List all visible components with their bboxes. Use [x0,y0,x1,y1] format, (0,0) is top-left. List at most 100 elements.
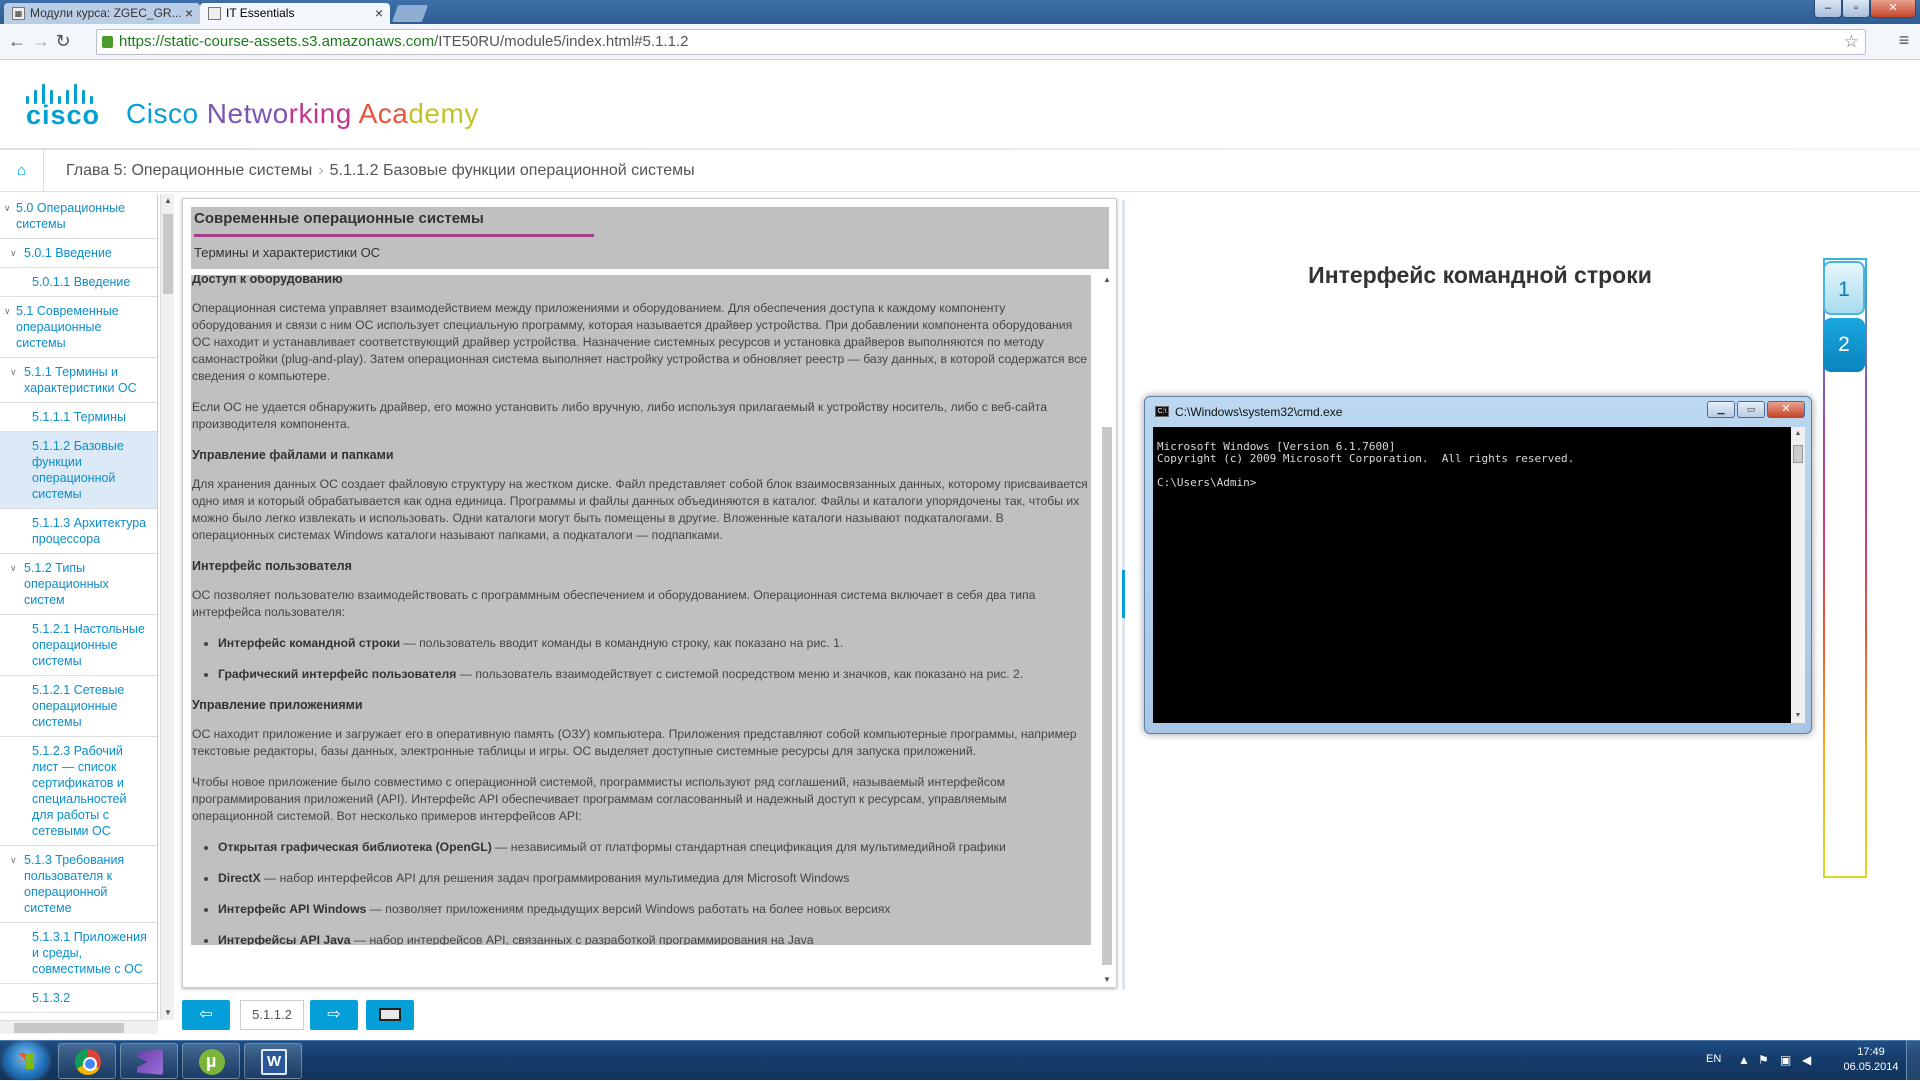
splitter-handle[interactable] [1122,570,1125,618]
term-description: — позволяет приложениям предыдущих верси… [366,902,891,916]
taskbar-chrome[interactable] [58,1043,116,1079]
title-underline [194,234,594,237]
sidebar-horizontal-scrollbar[interactable] [0,1020,158,1034]
brand-part: demy [408,98,479,129]
sidebar-item-label: 5.1.2.1 Настольные операционные системы [32,622,145,668]
scrollbar-thumb[interactable] [14,1023,124,1033]
breadcrumb-separator-icon: › [318,162,324,179]
sidebar-item[interactable]: 5.1.3.2 [0,984,157,1013]
cisco-logo[interactable]: cisco [24,80,106,130]
section-heading: Интерфейс пользователя [192,559,352,573]
sidebar-item-label: 5.1.1.2 Базовые функции операционной сис… [32,439,124,501]
list-item: Открытая графическая библиотека (OpenGL)… [218,839,1088,856]
content-text-area[interactable]: Доступ к оборудованию Операционная систе… [191,275,1091,945]
term-description: — независимый от платформы стандартная с… [491,840,1006,854]
home-icon[interactable]: ⌂ [0,150,44,192]
paragraph: Операционная система управляет взаимодей… [192,301,1088,383]
scrollbar-thumb[interactable] [1102,427,1112,965]
back-arrow-icon[interactable]: ← [6,31,28,53]
scrollbar-thumb[interactable] [163,214,173,294]
breadcrumb-chapter[interactable]: Глава 5: Операционные системы [66,162,312,179]
sidebar-item-label: 5.1.2.3 Рабочий лист — список сертификат… [32,744,127,838]
breadcrumb-current: 5.1.1.2 Базовые функции операционной сис… [329,162,695,179]
clock-date: 06.05.2014 [1843,1061,1899,1073]
browser-menu-icon[interactable]: ≡ [1894,30,1914,51]
panel-header: Современные операционные системы Термины… [191,207,1109,269]
brand-part: Aca [358,98,409,129]
chevron-down-icon: ∨ [10,248,17,258]
screen-icon [379,1008,401,1022]
sidebar-item[interactable]: 5.1.1.3 Архитектура процессора [0,509,157,554]
sidebar-item[interactable]: ∨ 5.1.3 Требования пользователя к операци… [0,846,157,923]
sidebar-item-label: 5.1.1.3 Архитектура процессора [32,516,147,546]
new-tab-button[interactable] [391,5,429,22]
section-heading: Доступ к оборудованию [192,275,343,286]
maximize-window-button[interactable]: ▫ [1842,0,1870,18]
logo-wordmark: cisco [26,100,101,130]
arrow-right-icon: ⇨ [327,1006,341,1023]
bookmark-star-icon[interactable]: ☆ [1844,30,1859,54]
show-desktop-button[interactable] [1906,1040,1920,1080]
paragraph: Если ОС не удается обнаружить драйвер, е… [192,400,1047,431]
scroll-up-icon[interactable]: ▲ [1100,273,1114,287]
list-item: Интерфейс командной строки — пользовател… [218,635,1088,652]
toggle-view-button[interactable] [366,1000,414,1030]
sidebar-item[interactable]: 5.1.2.3 Рабочий лист — список сертификат… [0,737,157,846]
sidebar-item[interactable]: ∨ 5.0 Операционные системы [0,194,157,239]
tab-it-essentials[interactable]: IT Essentials × [200,3,390,24]
next-page-button[interactable]: ⇨ [310,1000,358,1030]
network-icon[interactable]: ▣ [1780,1053,1791,1067]
windows-taskbar: EN ▲ ⚑ ▣ ◀ 17:49 06.05.2014 [0,1040,1920,1080]
sidebar-item[interactable]: 5.1.2.1 Настольные операционные системы [0,615,157,676]
language-indicator[interactable]: EN [1706,1053,1721,1065]
taskbar-visual-studio[interactable] [120,1043,178,1079]
figure-button-1[interactable]: 1 [1823,261,1865,315]
previous-page-button[interactable]: ⇦ [182,1000,230,1030]
sidebar-item[interactable]: 5.1.2.1 Сетевые операционные системы [0,676,157,737]
sidebar-item[interactable]: ∨ 5.1.2 Типы операционных систем [0,554,157,615]
content-scrollbar[interactable]: ▲ ▼ [1100,273,1114,985]
taskbar-word[interactable] [244,1043,302,1079]
breadcrumb-trail: Глава 5: Операционные системы › 5.1.1.2 Ба… [66,150,695,192]
taskbar-utorrent[interactable] [182,1043,240,1079]
sidebar-item[interactable]: 5.1.1.1 Термины [0,403,157,432]
console-scrollbar: ▲ ▼ [1791,427,1805,723]
sidebar-item[interactable]: 5.0.1.1 Введение [0,268,157,297]
chevron-down-icon: ∨ [10,855,17,865]
sidebar-item-label: 5.1 Современные операционные системы [16,304,119,350]
close-tab-icon[interactable]: × [185,5,193,21]
console-line: Copyright (c) 2009 Microsoft Corporation… [1157,452,1575,465]
sidebar-item-label: 5.1.2.1 Сетевые операционные системы [32,683,125,729]
scroll-down-icon[interactable]: ▼ [161,1006,175,1020]
action-center-flag-icon[interactable]: ⚑ [1758,1053,1769,1067]
term: Интерфейс командной строки [218,636,401,650]
sidebar-item[interactable]: ∨ 5.0.1 Введение [0,239,157,268]
sidebar-item[interactable]: ∨ 5.1 Современные операционные системы [0,297,157,358]
pane-splitter[interactable] [1122,200,1125,990]
figure-button-2[interactable]: 2 [1823,318,1865,372]
paragraph: Для хранения данных ОС создает файловую … [192,477,1088,542]
forward-arrow-icon[interactable]: → [30,31,52,53]
page-number[interactable]: 5.1.1.2 [240,1000,304,1030]
start-button[interactable] [4,1042,48,1080]
scroll-down-icon[interactable]: ▼ [1100,973,1114,987]
page-favicon-icon [208,7,221,20]
term-description: — набор интерфейсов API для решения зада… [260,871,850,885]
sidebar-item[interactable]: ∨ 5.1.1 Термины и характеристики ОС [0,358,157,403]
sidebar-scrollbar[interactable]: ▲ ▼ [160,194,174,1020]
minimize-window-button[interactable]: – [1814,0,1842,18]
volume-icon[interactable]: ◀ [1802,1053,1811,1067]
close-tab-icon[interactable]: × [375,5,383,21]
close-window-button[interactable]: ✕ [1870,0,1916,18]
tab-course-modules[interactable]: ▦ Модули курса: ZGEC_GR... × [4,3,200,24]
sidebar-item[interactable]: 5.1.1.2 Базовые функции операционной сис… [0,432,157,509]
chevron-down-icon: ∨ [4,203,11,213]
clock[interactable]: 17:49 06.05.2014 [1836,1045,1906,1075]
sidebar-item[interactable]: 5.1.3.1 Приложения и среды, совместимые … [0,923,157,984]
scroll-up-icon: ▲ [1794,430,1802,437]
scroll-up-icon[interactable]: ▲ [161,194,175,208]
close-icon: ✕ [1767,401,1805,418]
address-bar[interactable]: https://static-course-assets.s3.amazonaw… [96,29,1866,55]
reload-icon[interactable]: ↻ [52,31,74,53]
show-hidden-icons-icon[interactable]: ▲ [1738,1053,1750,1067]
